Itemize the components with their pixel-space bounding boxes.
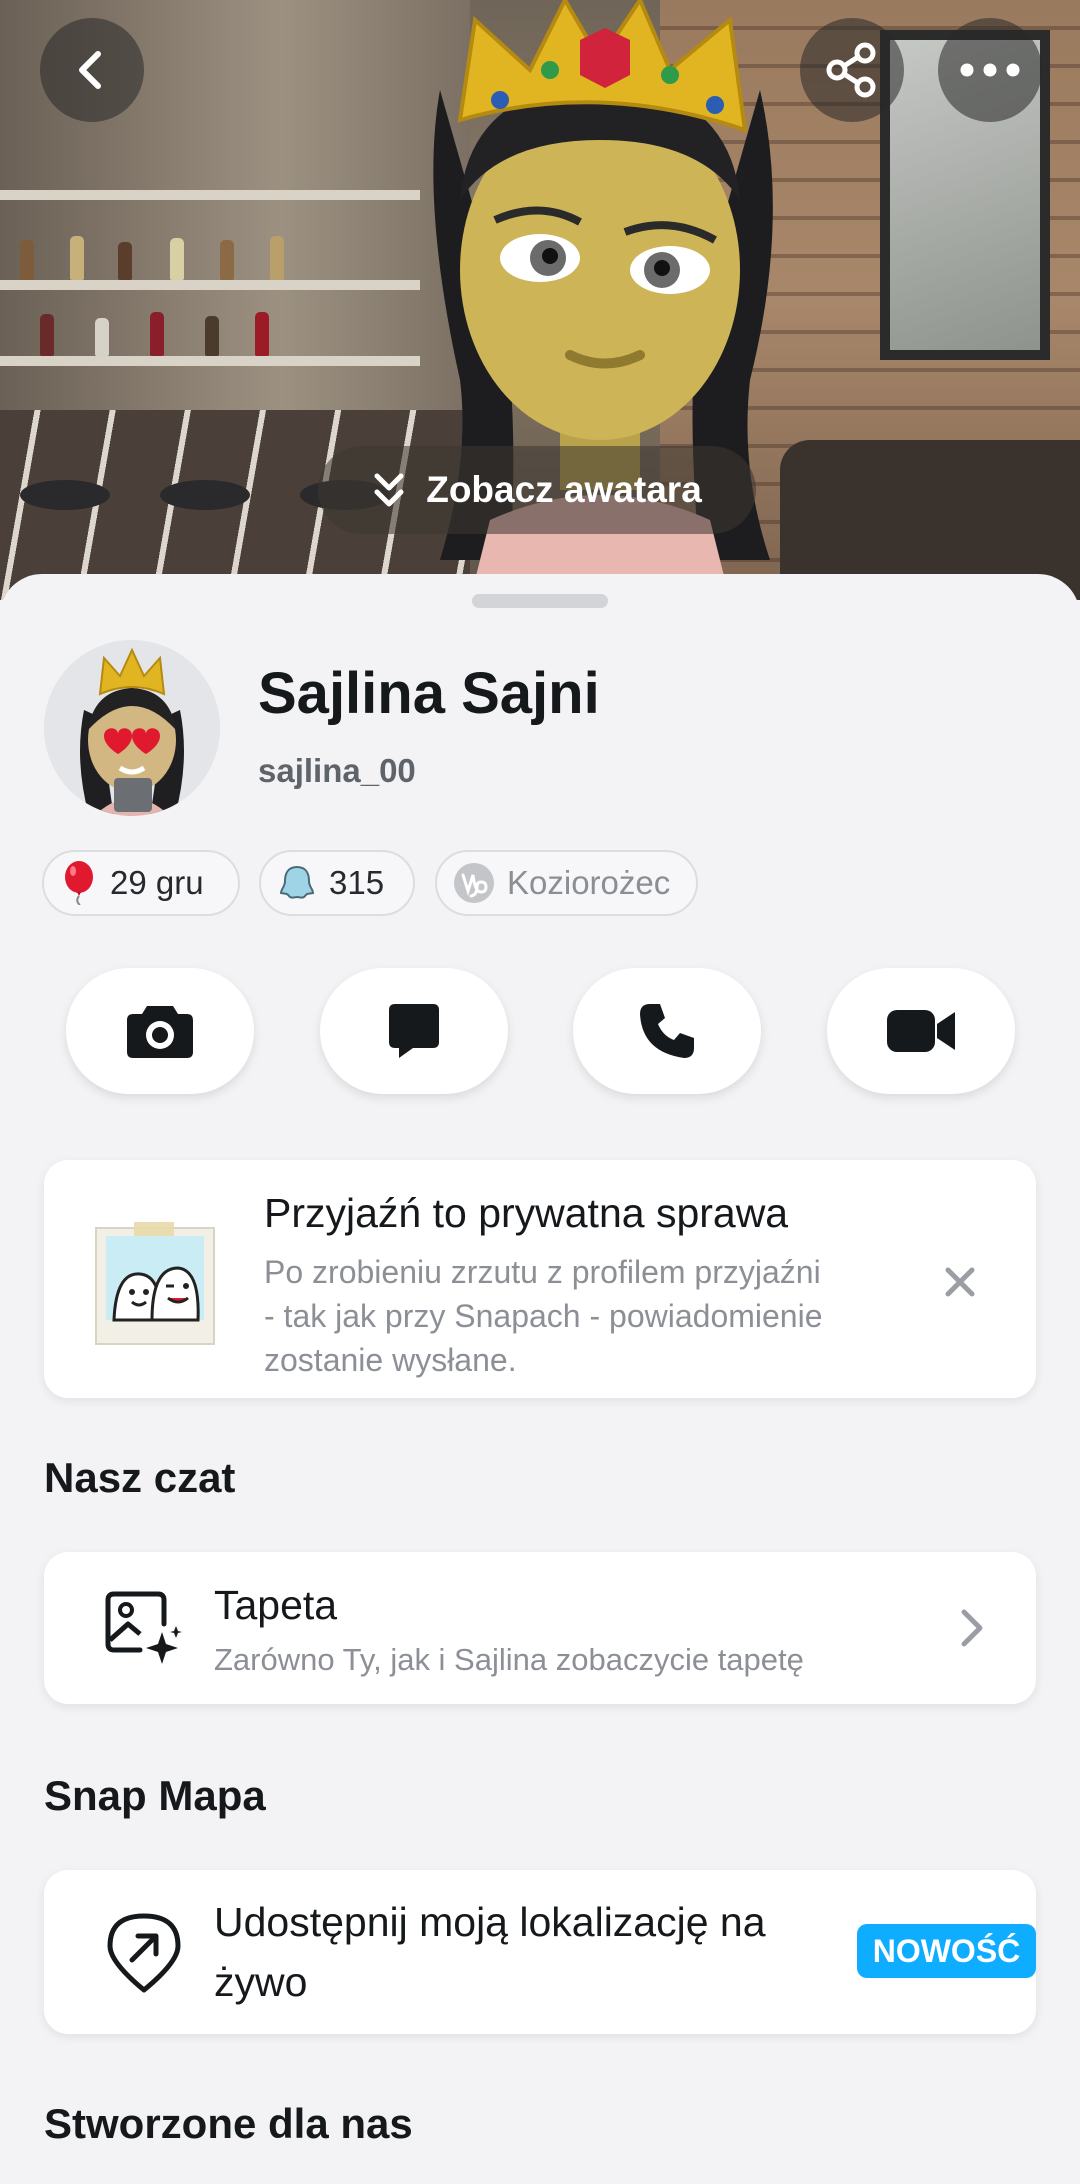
bar-shelf — [0, 356, 420, 366]
snap-score-chip[interactable]: 315 — [259, 850, 415, 916]
video-icon — [887, 1010, 955, 1052]
dismiss-notice-button[interactable] — [930, 1252, 990, 1312]
wallpaper-title: Tapeta — [214, 1582, 338, 1628]
bottle — [20, 240, 34, 280]
friends-polaroid-illustration — [95, 1222, 215, 1345]
share-live-location-row[interactable]: Udostępnij moją lokalizację na żywo NOWO… — [44, 1870, 1036, 2034]
see-avatar-button[interactable]: Zobacz awatara — [318, 446, 756, 534]
bottle — [70, 236, 84, 280]
wallpaper-row[interactable]: Tapeta Zarówno Ty, jak i Sajlina zobaczy… — [44, 1552, 1036, 1704]
birthday-label: 29 gru — [110, 864, 204, 901]
more-options-button[interactable] — [938, 18, 1042, 122]
notice-title: Przyjaźń to prywatna sprawa — [264, 1190, 789, 1236]
friendship-privacy-notice: Przyjaźń to prywatna sprawa Po zrobieniu… — [44, 1160, 1036, 1398]
balloon-icon — [65, 861, 93, 905]
bar-stool — [20, 480, 110, 510]
new-badge: NOWOŚĆ — [857, 1924, 1036, 1978]
zodiac-label: Koziorożec — [507, 864, 671, 901]
notice-body: Po zrobieniu zrzutu z profilem przyjaźni… — [264, 1254, 823, 1378]
snap-score-label: 315 — [329, 864, 385, 901]
back-button[interactable] — [40, 18, 144, 122]
share-button[interactable] — [800, 18, 904, 122]
chat-button[interactable] — [320, 968, 508, 1094]
snap-map-section-title: Snap Mapa — [44, 1772, 266, 1819]
bottle — [40, 314, 54, 356]
wallpaper-icon — [105, 1591, 182, 1664]
double-chevron-down-icon — [374, 473, 404, 507]
our-chat-section-title: Nasz czat — [44, 1454, 236, 1501]
bar-stool — [160, 480, 250, 510]
bitmoji-avatar-thumbnail — [44, 640, 220, 816]
avatar-hero-background: Zobacz awatara — [0, 0, 1080, 600]
chevron-right-icon — [942, 1598, 1002, 1658]
camera-icon — [127, 1006, 193, 1058]
video-call-button[interactable] — [827, 968, 1015, 1094]
made-for-us-section-title: Stworzone dla nas — [44, 2100, 413, 2147]
capricorn-icon — [454, 863, 494, 903]
see-avatar-label: Zobacz awatara — [426, 469, 702, 510]
more-horizontal-icon — [960, 63, 1020, 77]
chevron-left-icon — [79, 51, 101, 89]
zodiac-chip[interactable]: Koziorożec — [435, 850, 698, 916]
share-icon — [826, 42, 876, 98]
bottle — [255, 312, 269, 356]
profile-avatar[interactable] — [44, 640, 220, 816]
close-icon — [945, 1267, 975, 1297]
share-location-title: Udostępnij moją lokalizację na żywo — [214, 1899, 766, 2005]
birthday-chip[interactable]: 29 gru — [42, 850, 240, 916]
location-pin-arrow-icon — [107, 1913, 181, 1993]
bottle — [205, 316, 219, 356]
camera-button[interactable] — [66, 968, 254, 1094]
bottle — [220, 240, 234, 280]
sheet-grabber[interactable] — [472, 594, 608, 608]
bar-shelf — [0, 280, 420, 290]
username[interactable]: sajlina_00 — [258, 752, 416, 790]
bottle — [270, 236, 284, 280]
bottle — [150, 312, 164, 356]
display-name: Sajlina Sajni — [258, 661, 600, 726]
bottle — [95, 318, 109, 356]
bottle — [170, 238, 184, 280]
phone-icon — [640, 1004, 694, 1058]
bar-shelf — [0, 190, 420, 200]
ghost-score-icon — [279, 865, 315, 899]
wallpaper-subtitle: Zarówno Ty, jak i Sajlina zobaczycie tap… — [214, 1642, 804, 1677]
voice-call-button[interactable] — [573, 968, 761, 1094]
profile-sheet: Sajlina Sajni sajlina_00 29 gru 315 Kozi… — [0, 574, 1080, 2184]
chat-icon — [389, 1004, 439, 1058]
bottle — [118, 242, 132, 280]
